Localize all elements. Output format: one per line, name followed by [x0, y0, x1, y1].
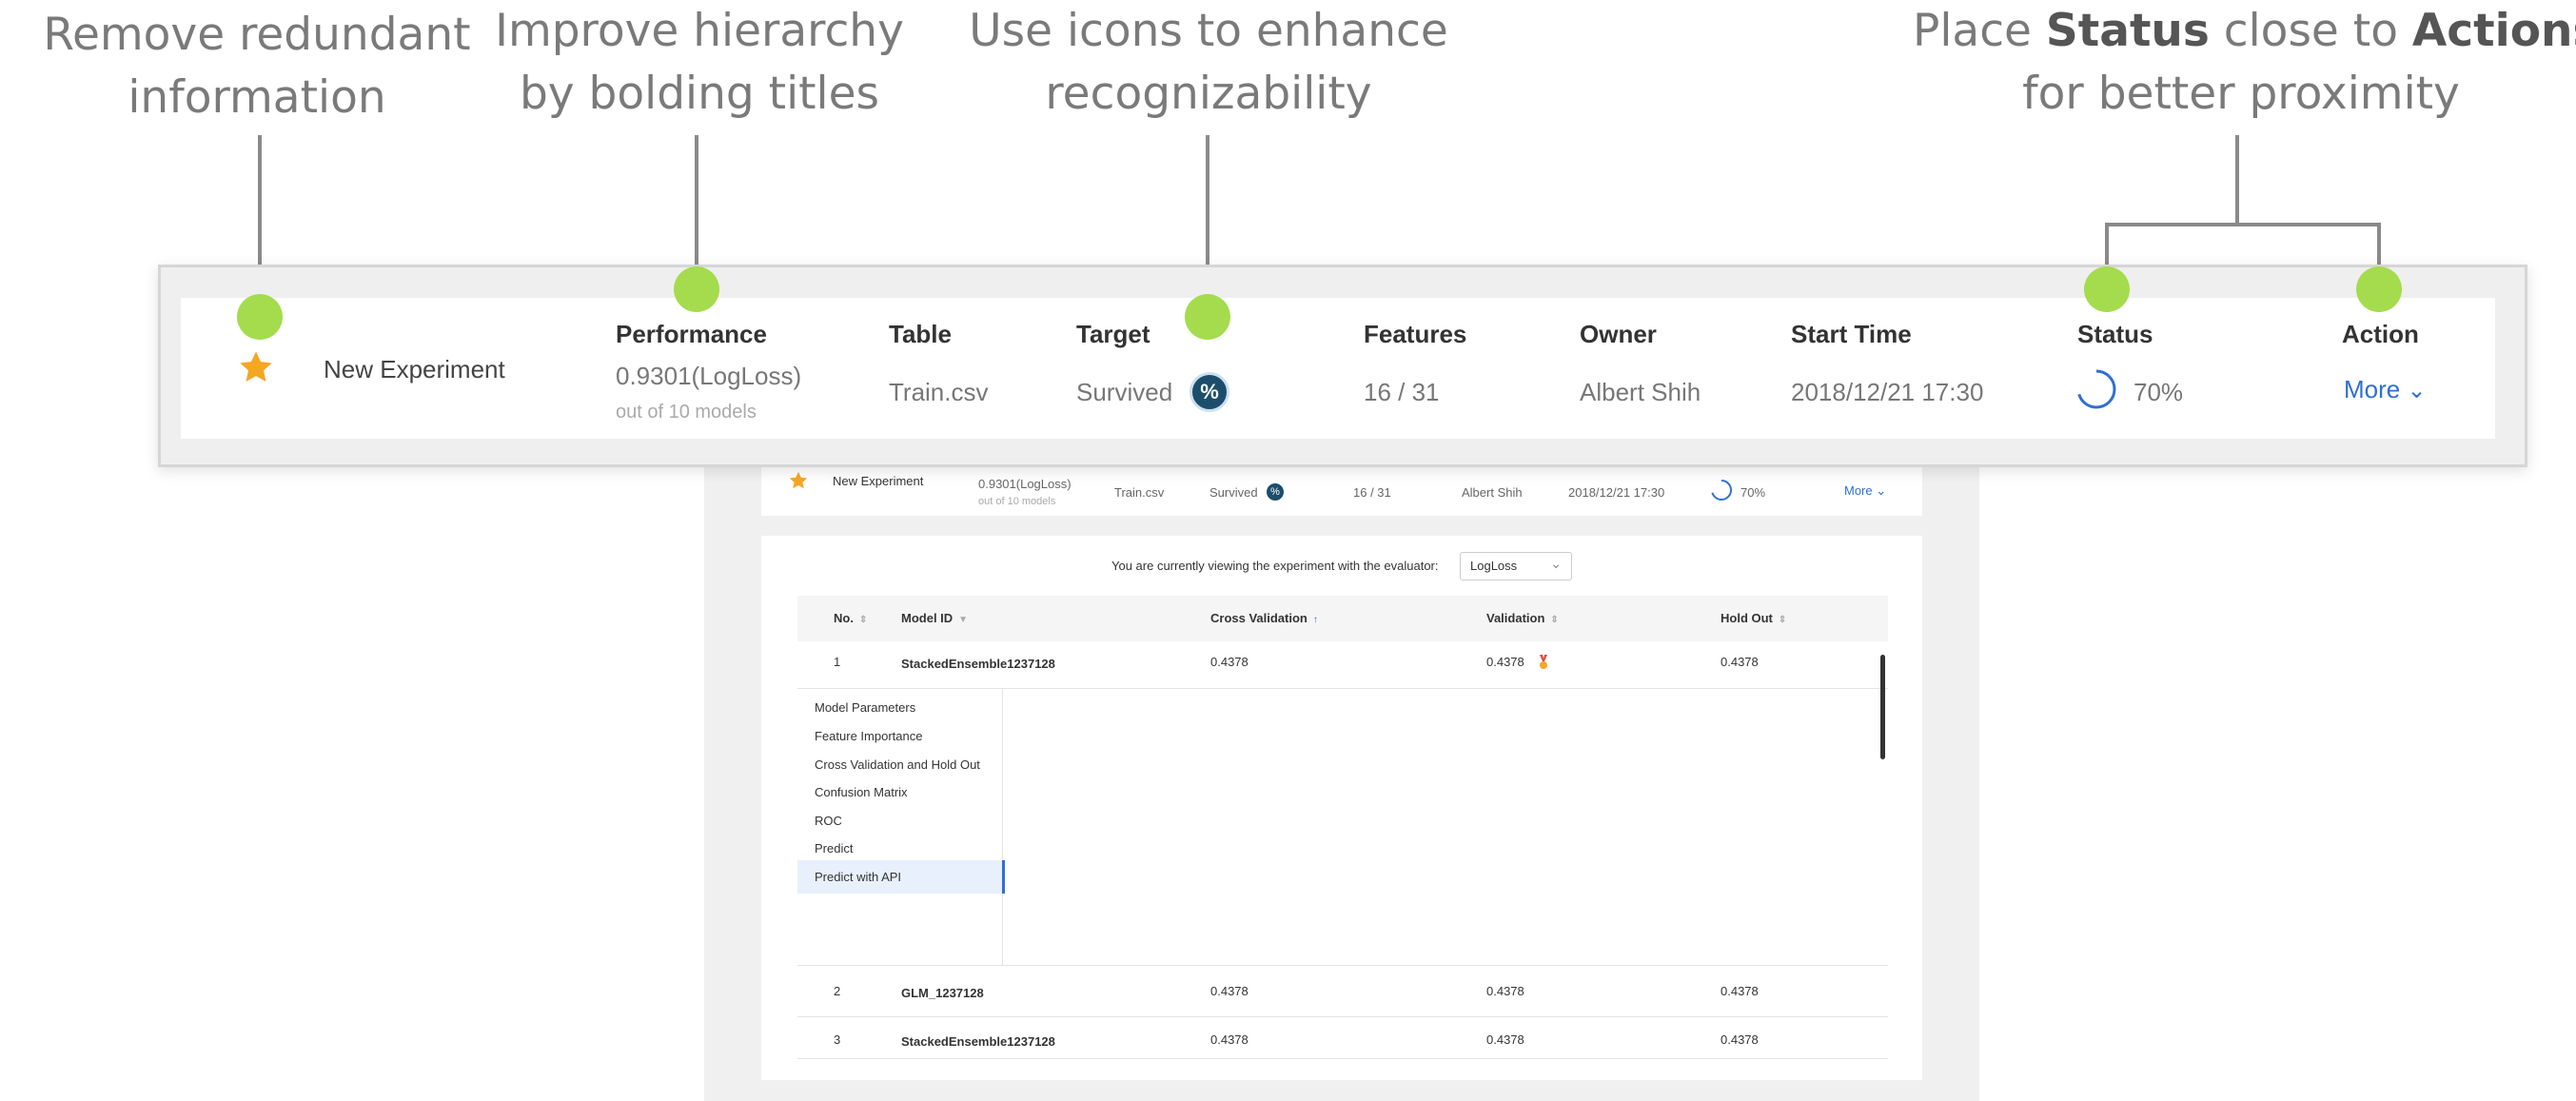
header-table: Table [889, 320, 952, 348]
row-model-id[interactable]: GLM_1237128 [901, 986, 984, 1000]
header-status: Status [2077, 320, 2153, 348]
row-validation: 0.4378 [1486, 655, 1524, 669]
status-progress-icon [2075, 367, 2118, 411]
chevron-down-icon: ⌄ [2407, 378, 2427, 403]
annotation-line: by bolding titles [519, 68, 880, 120]
row-no: 1 [834, 655, 841, 669]
evaluator-text: You are currently viewing the experiment… [1111, 559, 1439, 573]
connector-line [2105, 223, 2381, 226]
row-hold-out: 0.4378 [1721, 984, 1759, 998]
row-hold-out: 0.4378 [1721, 655, 1759, 669]
performance-sub: out of 10 models [616, 402, 757, 423]
header-owner: Owner [1580, 320, 1657, 348]
target-type-icon: % [1267, 483, 1284, 501]
annotation-marker [2356, 266, 2402, 312]
annotation-marker [1185, 294, 1230, 340]
detail-menu-item-selected[interactable]: Predict with API [815, 870, 901, 884]
table-value: Train.csv [1114, 485, 1165, 500]
annotation-line: Use icons to enhance [969, 5, 1448, 57]
scrollbar[interactable] [1880, 655, 1885, 759]
row-cross-validation: 0.4378 [1210, 1032, 1249, 1047]
performance-value: 0.9301(LogLoss) [616, 362, 802, 390]
row-validation: 0.4378 [1486, 984, 1524, 998]
annotation-line: Improve hierarchy [495, 5, 904, 57]
detail-menu-item[interactable]: Feature Importance [815, 729, 922, 743]
chevron-down-icon: ⌄ [1550, 556, 1562, 571]
detail-menu-divider [1002, 689, 1003, 965]
sort-icon[interactable]: ⇕ [859, 615, 867, 625]
header-features: Features [1364, 320, 1467, 348]
row-model-id[interactable]: StackedEnsemble1237128 [901, 1034, 1055, 1049]
target-value: Survived [1076, 378, 1173, 406]
detail-menu-item[interactable]: Predict [815, 841, 853, 855]
sort-icon[interactable]: ⇕ [1779, 615, 1786, 625]
divider [797, 1016, 1888, 1017]
annotation-marker [2084, 266, 2130, 312]
row-cross-validation: 0.4378 [1210, 655, 1249, 669]
detail-menu-item[interactable]: ROC [815, 814, 842, 828]
annotation-remove-redundant: Remove redundant information [29, 4, 485, 129]
favorite-star-icon[interactable] [237, 348, 275, 386]
status-value: 70% [1740, 485, 1766, 500]
favorite-star-icon[interactable] [788, 470, 809, 491]
evaluator-select[interactable]: LogLoss ⌄ [1460, 552, 1572, 580]
detail-menu-item[interactable]: Cross Validation and Hold Out [815, 757, 980, 772]
sort-icon[interactable]: ⇕ [1550, 615, 1558, 625]
status-value: 70% [2134, 378, 2184, 406]
performance-value: 0.9301(LogLoss) [978, 477, 1072, 491]
row-no: 3 [834, 1032, 841, 1047]
column-header-model-id[interactable]: Model ID ▼ [901, 611, 968, 625]
row-validation: 0.4378 [1486, 1032, 1524, 1047]
annotation-line: for better proximity [2022, 68, 2460, 120]
connector-line [2235, 135, 2239, 225]
more-dropdown[interactable]: More ⌄ [1844, 483, 1886, 499]
more-dropdown[interactable]: More ⌄ [2344, 375, 2427, 404]
header-start-time: Start Time [1791, 320, 1912, 348]
owner-value: Albert Shih [1462, 485, 1523, 500]
features-value: 16 / 31 [1353, 485, 1391, 500]
header-action: Action [2342, 320, 2419, 348]
owner-value: Albert Shih [1580, 378, 1701, 406]
header-performance: Performance [616, 320, 767, 348]
target-type-icon: % [1190, 372, 1229, 412]
start-time-value: 2018/12/21 17:30 [1791, 378, 1984, 406]
annotation-line: Remove redundant [43, 9, 471, 61]
row-model-id[interactable]: StackedEnsemble1237128 [901, 657, 1055, 671]
annotation-line: recognizability [1045, 68, 1372, 120]
annotation-hierarchy: Improve hierarchy by bolding titles [476, 0, 923, 126]
medal-icon [1538, 655, 1549, 670]
annotation-marker [674, 266, 719, 312]
detail-menu-item[interactable]: Confusion Matrix [815, 785, 908, 799]
sort-ascending-icon[interactable]: ↑ [1313, 615, 1318, 625]
column-header-no[interactable]: No. ⇕ [834, 611, 867, 625]
column-header-hold-out[interactable]: Hold Out ⇕ [1721, 611, 1786, 625]
header-target: Target [1076, 320, 1150, 348]
experiment-name[interactable]: New Experiment [324, 355, 505, 384]
start-time-value: 2018/12/21 17:30 [1568, 485, 1665, 500]
annotation-line: information [128, 71, 386, 124]
row-cross-validation: 0.4378 [1210, 984, 1249, 998]
detail-menu-item[interactable]: Model Parameters [815, 700, 915, 715]
divider [797, 965, 1888, 966]
status-progress-icon [1710, 479, 1733, 501]
annotation-line: Place Status close to Actions [1913, 5, 2576, 57]
annotation-status-proximity: Place Status close to Actions for better… [1913, 0, 2576, 126]
annotation-icons: Use icons to enhance recognizability [961, 0, 1456, 126]
column-header-cross-validation[interactable]: Cross Validation ↑ [1210, 611, 1318, 625]
divider [797, 688, 1888, 689]
divider [797, 1058, 1888, 1059]
row-no: 2 [834, 984, 841, 998]
filter-icon[interactable]: ▼ [958, 615, 968, 625]
row-hold-out: 0.4378 [1721, 1032, 1759, 1047]
features-value: 16 / 31 [1364, 378, 1440, 406]
table-value: Train.csv [889, 378, 989, 406]
performance-sub: out of 10 models [978, 496, 1056, 507]
target-value: Survived [1209, 485, 1258, 500]
annotation-marker [237, 294, 283, 340]
column-header-validation[interactable]: Validation ⇕ [1486, 611, 1559, 625]
chevron-down-icon: ⌄ [1876, 483, 1887, 498]
evaluator-value: LogLoss [1470, 559, 1518, 573]
experiment-name[interactable]: New Experiment [833, 474, 923, 488]
